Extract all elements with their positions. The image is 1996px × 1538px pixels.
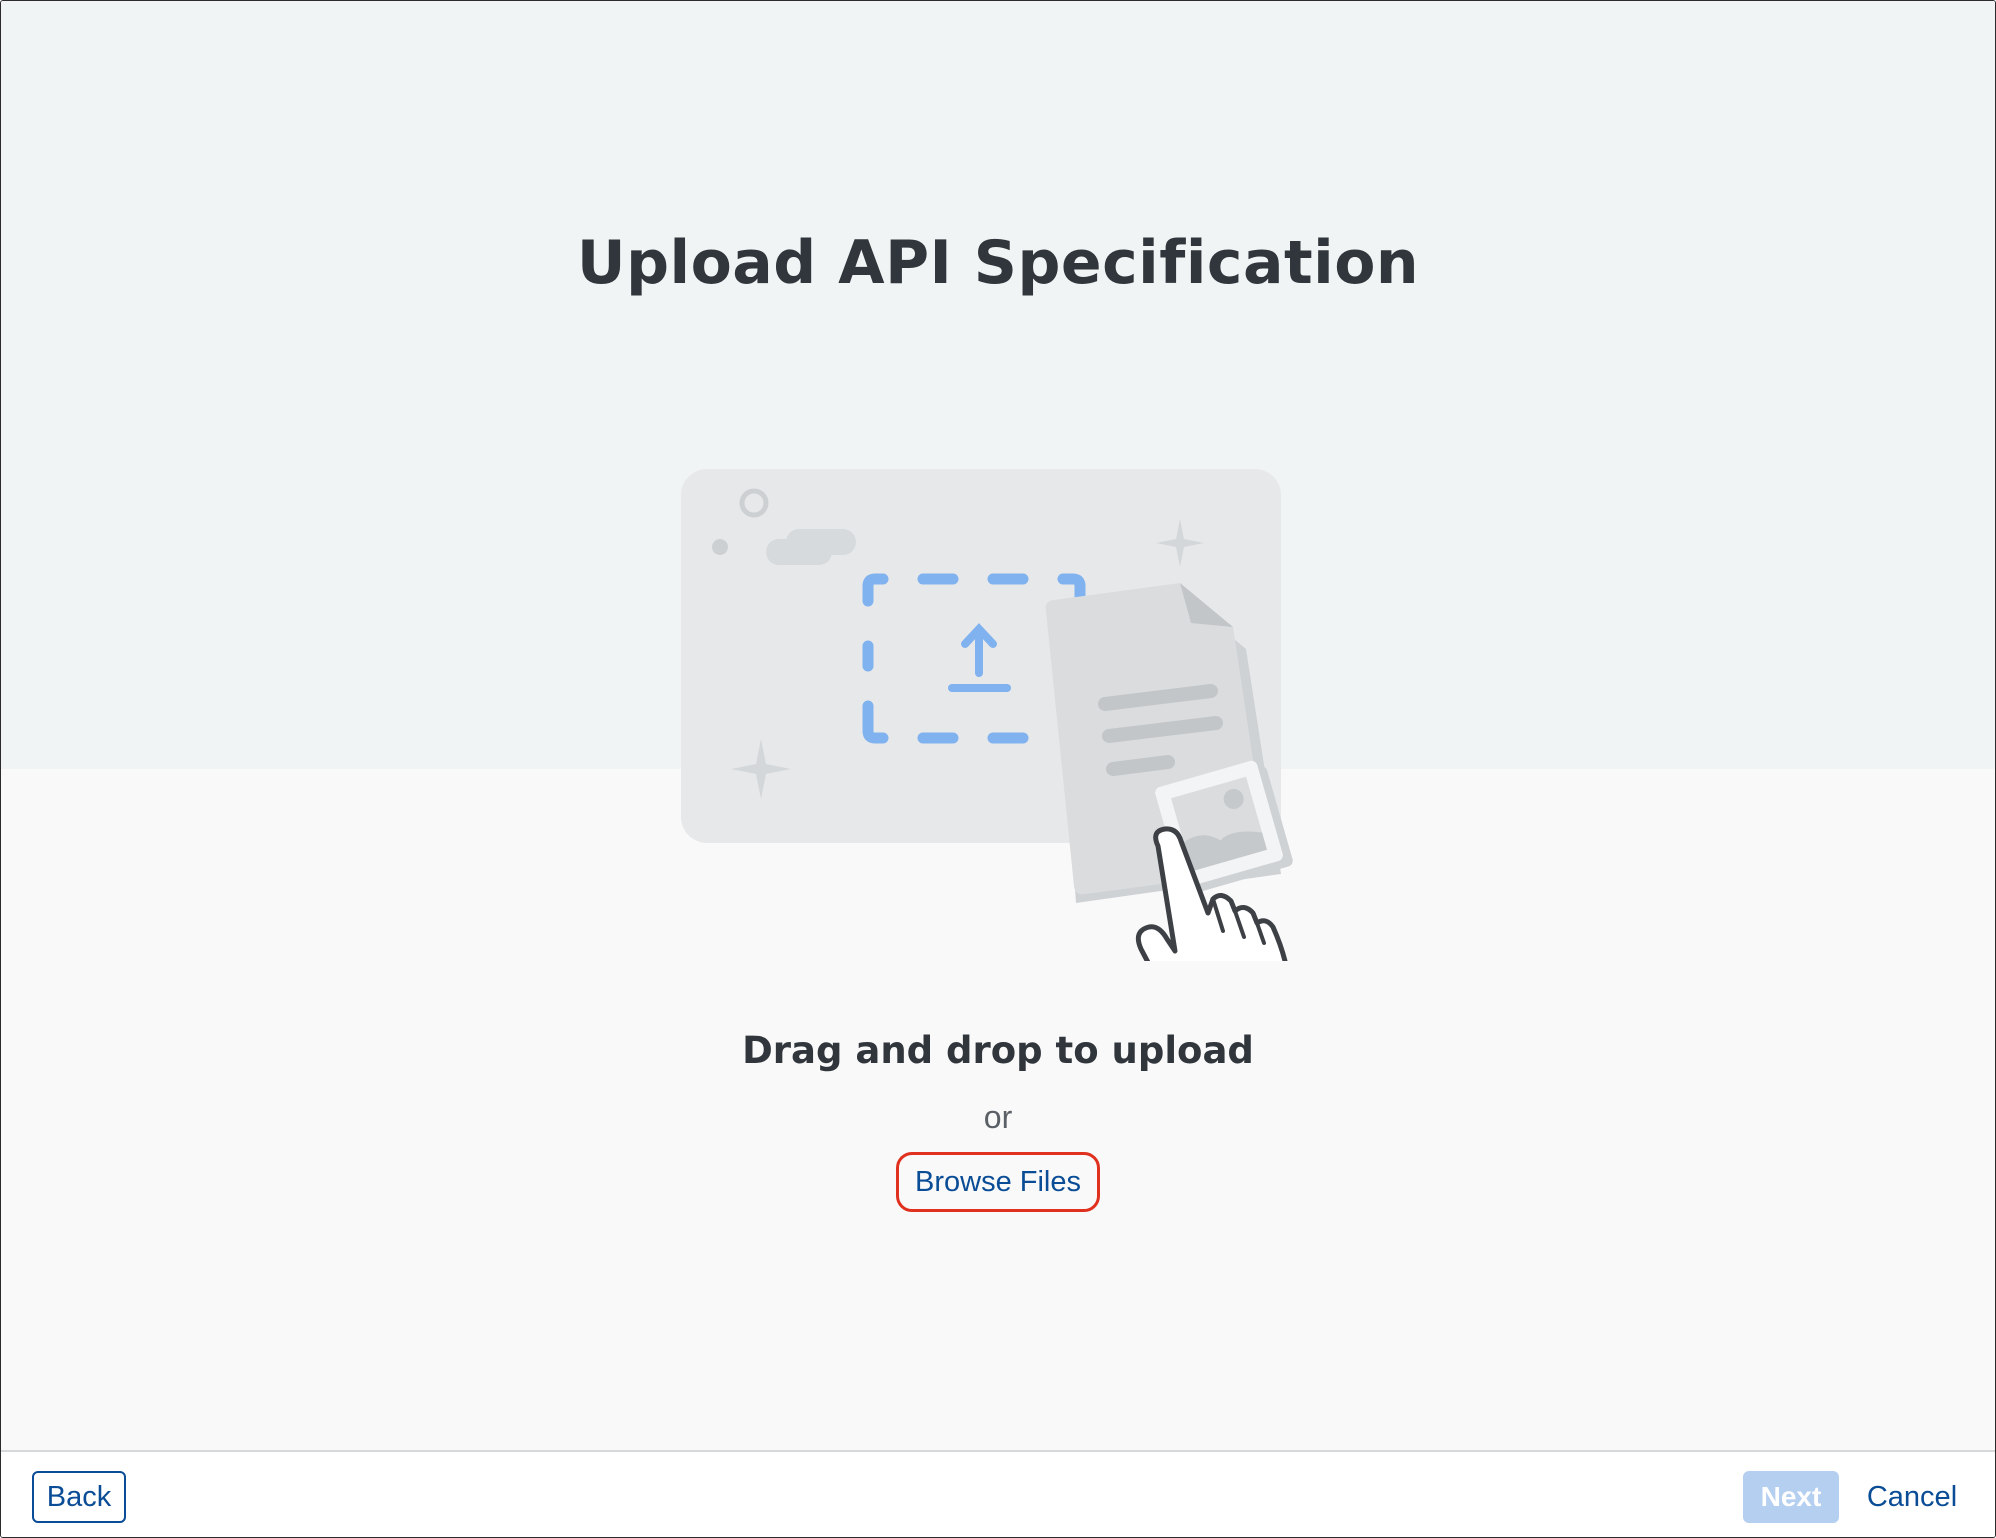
or-separator: or <box>983 1099 1013 1135</box>
upload-illustration-icon <box>681 469 1293 961</box>
cancel-button[interactable]: Cancel <box>1857 1471 1967 1523</box>
page-title: Upload API Specification <box>576 228 1420 298</box>
next-button[interactable]: Next <box>1743 1471 1839 1523</box>
dialog-footer: Back Next Cancel <box>1 1450 1995 1537</box>
back-button[interactable]: Back <box>32 1471 126 1523</box>
browse-files-button[interactable]: Browse Files <box>915 1166 1081 1199</box>
drag-drop-heading: Drag and drop to upload <box>742 1029 1254 1072</box>
browse-files-highlight: Browse Files <box>896 1152 1100 1212</box>
upload-dialog: Upload API Specification Drag and drop t… <box>0 0 1996 1538</box>
